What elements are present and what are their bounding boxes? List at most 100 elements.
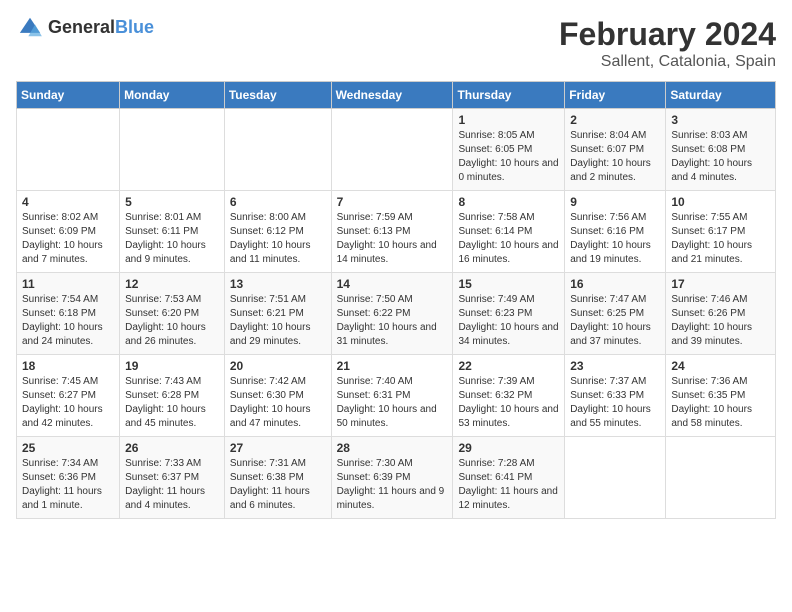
- day-info: Sunrise: 7:47 AM Sunset: 6:25 PM Dayligh…: [570, 293, 660, 349]
- day-number: 11: [22, 277, 114, 291]
- day-info: Sunrise: 7:49 AM Sunset: 6:23 PM Dayligh…: [458, 293, 559, 349]
- day-info: Sunrise: 8:03 AM Sunset: 6:08 PM Dayligh…: [671, 129, 770, 185]
- calendar-cell: 23 Sunrise: 7:37 AM Sunset: 6:33 PM Dayli…: [565, 355, 666, 437]
- calendar-cell: 5Sunrise: 8:01 AM Sunset: 6:11 PM Daylig…: [120, 191, 225, 273]
- calendar-week-row: 4Sunrise: 8:02 AM Sunset: 6:09 PM Daylig…: [17, 191, 776, 273]
- calendar-cell: 17 Sunrise: 7:46 AM Sunset: 6:26 PM Dayli…: [666, 273, 776, 355]
- calendar-cell: 8 Sunrise: 7:58 AM Sunset: 6:14 PM Daylig…: [453, 191, 565, 273]
- day-info: Sunrise: 7:59 AM Sunset: 6:13 PM Dayligh…: [337, 211, 448, 267]
- day-number: 12: [125, 277, 219, 291]
- day-info: Sunrise: 7:33 AM Sunset: 6:37 PM Dayligh…: [125, 457, 219, 513]
- day-info: Sunrise: 7:56 AM Sunset: 6:16 PM Dayligh…: [570, 211, 660, 267]
- day-info: Sunrise: 7:34 AM Sunset: 6:36 PM Dayligh…: [22, 457, 114, 513]
- day-number: 16: [570, 277, 660, 291]
- day-number: 27: [230, 441, 326, 455]
- day-number: 3: [671, 113, 770, 127]
- calendar-cell: [331, 109, 453, 191]
- day-number: 23: [570, 359, 660, 373]
- day-number: 5: [125, 195, 219, 209]
- calendar-cell: 7Sunrise: 7:59 AM Sunset: 6:13 PM Daylig…: [331, 191, 453, 273]
- day-number: 25: [22, 441, 114, 455]
- day-number: 20: [230, 359, 326, 373]
- day-info: Sunrise: 7:42 AM Sunset: 6:30 PM Dayligh…: [230, 375, 326, 431]
- weekday-header-row: SundayMondayTuesdayWednesdayThursdayFrid…: [17, 82, 776, 109]
- calendar-cell: 10Sunrise: 7:55 AM Sunset: 6:17 PM Dayli…: [666, 191, 776, 273]
- day-number: 19: [125, 359, 219, 373]
- day-info: Sunrise: 8:02 AM Sunset: 6:09 PM Dayligh…: [22, 211, 114, 267]
- logo: GeneralBlue: [16, 16, 154, 38]
- calendar-cell: 26 Sunrise: 7:33 AM Sunset: 6:37 PM Dayli…: [120, 437, 225, 519]
- weekday-header-thursday: Thursday: [453, 82, 565, 109]
- page-header: GeneralBlue February 2024 Sallent, Catal…: [16, 16, 776, 71]
- calendar-table: SundayMondayTuesdayWednesdayThursdayFrid…: [16, 81, 776, 519]
- calendar-cell: 22Sunrise: 7:39 AM Sunset: 6:32 PM Dayli…: [453, 355, 565, 437]
- calendar-cell: 12 Sunrise: 7:53 AM Sunset: 6:20 PM Dayli…: [120, 273, 225, 355]
- calendar-cell: [120, 109, 225, 191]
- day-number: 28: [337, 441, 448, 455]
- day-number: 2: [570, 113, 660, 127]
- calendar-cell: 29 Sunrise: 7:28 AM Sunset: 6:41 PM Dayli…: [453, 437, 565, 519]
- calendar-cell: 1 Sunrise: 8:05 AM Sunset: 6:05 PM Daylig…: [453, 109, 565, 191]
- logo-text-general: General: [48, 17, 115, 37]
- calendar-cell: [565, 437, 666, 519]
- calendar-cell: 11 Sunrise: 7:54 AM Sunset: 6:18 PM Dayli…: [17, 273, 120, 355]
- weekday-header-wednesday: Wednesday: [331, 82, 453, 109]
- day-info: Sunrise: 7:46 AM Sunset: 6:26 PM Dayligh…: [671, 293, 770, 349]
- weekday-header-saturday: Saturday: [666, 82, 776, 109]
- weekday-header-tuesday: Tuesday: [224, 82, 331, 109]
- calendar-week-row: 11 Sunrise: 7:54 AM Sunset: 6:18 PM Dayli…: [17, 273, 776, 355]
- day-number: 15: [458, 277, 559, 291]
- calendar-cell: 20 Sunrise: 7:42 AM Sunset: 6:30 PM Dayli…: [224, 355, 331, 437]
- calendar-cell: 28 Sunrise: 7:30 AM Sunset: 6:39 PM Dayli…: [331, 437, 453, 519]
- day-info: Sunrise: 7:30 AM Sunset: 6:39 PM Dayligh…: [337, 457, 448, 513]
- day-number: 1: [458, 113, 559, 127]
- day-number: 17: [671, 277, 770, 291]
- day-info: Sunrise: 8:00 AM Sunset: 6:12 PM Dayligh…: [230, 211, 326, 267]
- day-number: 21: [337, 359, 448, 373]
- day-number: 10: [671, 195, 770, 209]
- day-number: 29: [458, 441, 559, 455]
- calendar-cell: 15 Sunrise: 7:49 AM Sunset: 6:23 PM Dayli…: [453, 273, 565, 355]
- calendar-cell: 16 Sunrise: 7:47 AM Sunset: 6:25 PM Dayli…: [565, 273, 666, 355]
- calendar-cell: 9Sunrise: 7:56 AM Sunset: 6:16 PM Daylig…: [565, 191, 666, 273]
- calendar-cell: 24 Sunrise: 7:36 AM Sunset: 6:35 PM Dayli…: [666, 355, 776, 437]
- day-info: Sunrise: 7:37 AM Sunset: 6:33 PM Dayligh…: [570, 375, 660, 431]
- calendar-cell: 19Sunrise: 7:43 AM Sunset: 6:28 PM Dayli…: [120, 355, 225, 437]
- day-info: Sunrise: 7:36 AM Sunset: 6:35 PM Dayligh…: [671, 375, 770, 431]
- calendar-cell: 14Sunrise: 7:50 AM Sunset: 6:22 PM Dayli…: [331, 273, 453, 355]
- weekday-header-friday: Friday: [565, 82, 666, 109]
- day-info: Sunrise: 7:28 AM Sunset: 6:41 PM Dayligh…: [458, 457, 559, 513]
- weekday-header-sunday: Sunday: [17, 82, 120, 109]
- day-info: Sunrise: 7:53 AM Sunset: 6:20 PM Dayligh…: [125, 293, 219, 349]
- day-info: Sunrise: 7:31 AM Sunset: 6:38 PM Dayligh…: [230, 457, 326, 513]
- day-number: 22: [458, 359, 559, 373]
- day-info: Sunrise: 7:54 AM Sunset: 6:18 PM Dayligh…: [22, 293, 114, 349]
- day-number: 8: [458, 195, 559, 209]
- calendar-cell: 25 Sunrise: 7:34 AM Sunset: 6:36 PM Dayli…: [17, 437, 120, 519]
- day-number: 26: [125, 441, 219, 455]
- day-number: 24: [671, 359, 770, 373]
- calendar-location: Sallent, Catalonia, Spain: [559, 53, 776, 71]
- calendar-week-row: 1 Sunrise: 8:05 AM Sunset: 6:05 PM Daylig…: [17, 109, 776, 191]
- day-info: Sunrise: 7:45 AM Sunset: 6:27 PM Dayligh…: [22, 375, 114, 431]
- day-number: 6: [230, 195, 326, 209]
- calendar-cell: 6 Sunrise: 8:00 AM Sunset: 6:12 PM Daylig…: [224, 191, 331, 273]
- calendar-cell: 2Sunrise: 8:04 AM Sunset: 6:07 PM Daylig…: [565, 109, 666, 191]
- calendar-week-row: 25 Sunrise: 7:34 AM Sunset: 6:36 PM Dayli…: [17, 437, 776, 519]
- calendar-title: February 2024: [559, 16, 776, 53]
- calendar-cell: [224, 109, 331, 191]
- calendar-cell: 27 Sunrise: 7:31 AM Sunset: 6:38 PM Dayli…: [224, 437, 331, 519]
- calendar-cell: 21Sunrise: 7:40 AM Sunset: 6:31 PM Dayli…: [331, 355, 453, 437]
- day-info: Sunrise: 8:05 AM Sunset: 6:05 PM Dayligh…: [458, 129, 559, 185]
- day-info: Sunrise: 7:58 AM Sunset: 6:14 PM Dayligh…: [458, 211, 559, 267]
- title-block: February 2024 Sallent, Catalonia, Spain: [559, 16, 776, 71]
- weekday-header-monday: Monday: [120, 82, 225, 109]
- calendar-cell: 3 Sunrise: 8:03 AM Sunset: 6:08 PM Daylig…: [666, 109, 776, 191]
- day-number: 14: [337, 277, 448, 291]
- day-number: 18: [22, 359, 114, 373]
- day-number: 13: [230, 277, 326, 291]
- calendar-cell: [666, 437, 776, 519]
- calendar-cell: [17, 109, 120, 191]
- logo-text-blue: Blue: [115, 17, 154, 37]
- logo-icon: [16, 16, 44, 38]
